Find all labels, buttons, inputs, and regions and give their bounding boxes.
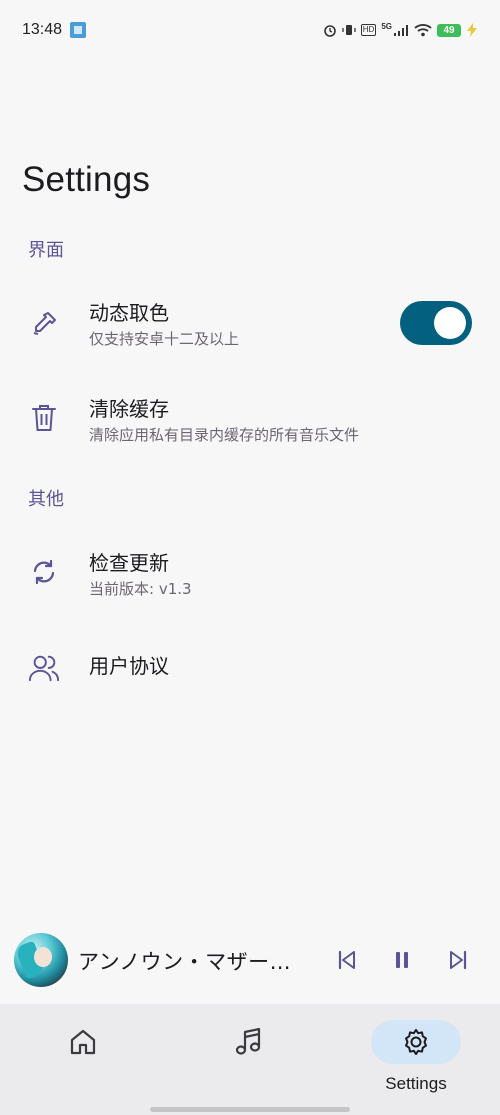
setting-clear-cache[interactable]: 清除缓存 清除应用私有目录内缓存的所有音乐文件	[0, 390, 500, 450]
gear-icon	[405, 1029, 427, 1055]
nav-label: Settings	[385, 1074, 447, 1093]
setting-subtitle: 仅支持安卓十二及以上	[89, 330, 240, 348]
setting-subtitle: 清除应用私有目录内缓存的所有音乐文件	[89, 426, 360, 444]
nav-item-settings[interactable]: Settings	[371, 1020, 461, 1110]
toggle-knob	[434, 307, 466, 339]
status-left: 13:48	[22, 21, 87, 39]
sync-icon	[28, 556, 60, 588]
alarm-icon	[323, 23, 337, 37]
nav-pill	[38, 1020, 128, 1064]
nav-pill-active	[371, 1020, 461, 1064]
setting-text: 用户协议	[89, 653, 169, 679]
pause-button[interactable]	[387, 945, 417, 975]
bottom-navigation: Settings	[0, 1004, 500, 1115]
users-icon	[28, 652, 60, 684]
nav-item-music[interactable]	[204, 1020, 294, 1110]
setting-subtitle: 当前版本: v1.3	[89, 580, 192, 598]
status-time: 13:48	[22, 21, 63, 38]
skip-previous-icon	[338, 950, 355, 970]
gesture-bar[interactable]	[150, 1107, 350, 1112]
home-icon	[70, 1029, 96, 1055]
vibrate-icon	[342, 23, 356, 37]
eyedropper-icon	[28, 308, 60, 340]
setting-title: 动态取色	[89, 301, 169, 325]
notification-app-icon	[70, 22, 87, 38]
nav-item-home[interactable]	[38, 1020, 128, 1110]
setting-title: 清除缓存	[89, 397, 169, 421]
page-title: Settings	[22, 160, 151, 199]
album-art-detail	[34, 947, 52, 967]
status-bar: 13:48 HD 5G 49	[0, 0, 500, 60]
previous-button[interactable]	[332, 945, 362, 975]
mini-player[interactable]: アンノウン・マザー…	[0, 930, 500, 990]
trash-icon	[28, 402, 60, 434]
setting-text: 清除缓存 清除应用私有目录内缓存的所有音乐文件	[89, 396, 359, 444]
setting-user-agreement[interactable]: 用户协议	[0, 638, 500, 698]
next-button[interactable]	[443, 945, 473, 975]
status-right: HD 5G 49	[323, 21, 478, 37]
network-type: 5G	[381, 21, 392, 31]
section-header-interface: 界面	[28, 240, 64, 261]
wifi-icon	[414, 23, 432, 37]
track-title[interactable]: アンノウン・マザー…	[78, 946, 308, 976]
setting-title: 检查更新	[89, 551, 169, 575]
charging-icon	[466, 23, 478, 37]
skip-next-icon	[450, 950, 467, 970]
nav-pill	[204, 1020, 294, 1064]
music-icon	[235, 1027, 261, 1055]
battery-indicator: 49	[437, 23, 461, 37]
album-art[interactable]	[14, 933, 68, 987]
setting-text: 动态取色 仅支持安卓十二及以上	[89, 300, 239, 348]
pause-icon	[396, 952, 408, 968]
setting-title: 用户协议	[89, 654, 169, 678]
dynamic-color-toggle[interactable]	[400, 301, 472, 345]
section-header-other: 其他	[28, 489, 64, 510]
setting-text: 检查更新 当前版本: v1.3	[89, 550, 192, 598]
hd-badge: HD	[360, 24, 377, 36]
setting-check-update[interactable]: 检查更新 当前版本: v1.3	[0, 544, 500, 604]
signal-icon: 5G	[381, 21, 409, 36]
